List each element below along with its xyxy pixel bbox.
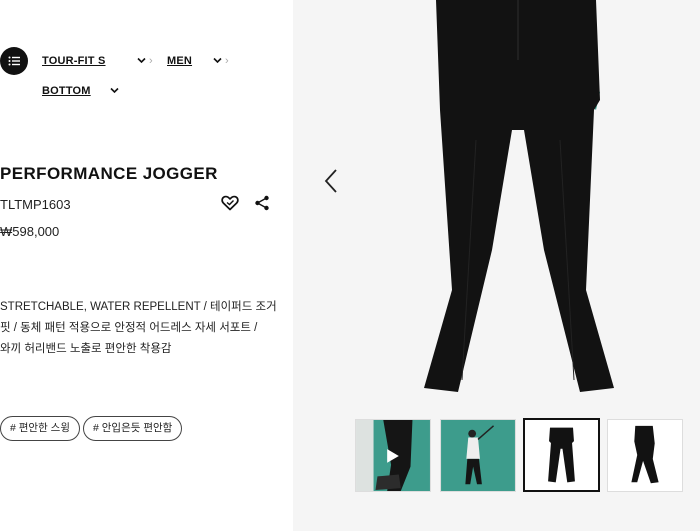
list-icon: [8, 56, 20, 66]
breadcrumb-item-men[interactable]: MEN: [167, 55, 192, 67]
thumbnail-image: [356, 420, 430, 491]
product-info-panel: TOUR-FIT S › MEN › BOTTOM PERFORMANCE JO…: [0, 0, 293, 531]
gallery-thumbnail-front[interactable]: [523, 418, 600, 492]
chevron-left-icon[interactable]: [323, 168, 339, 194]
tag-comfortable-fit[interactable]: # 안입은듯 편안함: [83, 416, 183, 441]
product-title: PERFORMANCE JOGGER: [0, 164, 218, 183]
product-price: ₩598,000: [0, 224, 60, 239]
gallery-thumbnail-video[interactable]: [355, 419, 431, 492]
thumbnail-image: [608, 420, 682, 491]
category-menu-button[interactable]: [0, 47, 28, 75]
product-code: TLTMP1603: [0, 197, 71, 212]
thumbnail-image: [525, 420, 598, 490]
breadcrumb-separator: ›: [149, 55, 153, 67]
description-line: STRETCHABLE, WATER REPELLENT / 테이퍼드 조거: [0, 301, 277, 313]
gallery-thumbnail-side[interactable]: [607, 419, 683, 492]
main-product-image: [424, 0, 614, 392]
description-line: 와끼 허리밴드 노출로 편안한 착용감: [0, 343, 172, 355]
chevron-down-icon[interactable]: [137, 57, 146, 64]
share-icon[interactable]: [254, 195, 270, 211]
breadcrumb-separator: ›: [225, 55, 229, 67]
breadcrumb-item-bottom[interactable]: BOTTOM: [42, 85, 91, 97]
heart-icon[interactable]: [221, 195, 239, 211]
gallery-thumbnail-swing[interactable]: [440, 419, 516, 492]
tag-comfortable-swing[interactable]: # 편안한 스윙: [0, 416, 80, 441]
breadcrumb-item-tour-fit-s[interactable]: TOUR-FIT S: [42, 55, 106, 67]
chevron-down-icon[interactable]: [213, 57, 222, 64]
product-description: STRETCHABLE, WATER REPELLENT / 테이퍼드 조거 핏…: [0, 297, 280, 360]
description-line: 핏 / 동체 패턴 적용으로 안정적 어드레스 자세 서포트 /: [0, 322, 258, 334]
chevron-down-icon[interactable]: [110, 87, 119, 94]
thumbnail-image: [441, 420, 515, 491]
